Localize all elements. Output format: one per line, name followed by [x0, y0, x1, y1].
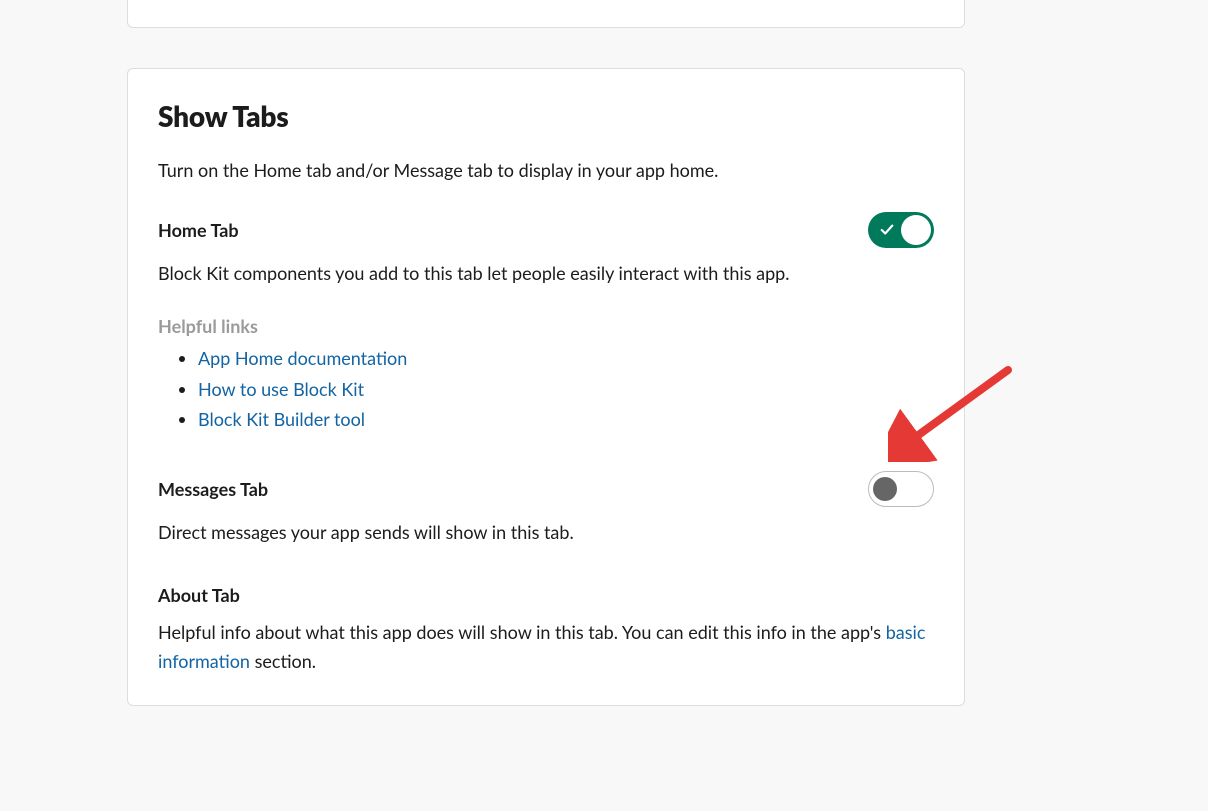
toggle-knob [873, 477, 897, 501]
card-title: Show Tabs [158, 99, 934, 133]
check-icon [880, 223, 894, 237]
about-desc-before: Helpful info about what this app does wi… [158, 621, 886, 643]
messages-tab-title: Messages Tab [158, 478, 268, 500]
list-item: App Home documentation [198, 343, 934, 374]
about-tab-title: About Tab [158, 584, 934, 606]
messages-tab-toggle[interactable] [868, 471, 934, 507]
home-tab-toggle[interactable] [868, 212, 934, 248]
home-tab-header: Home Tab [158, 212, 934, 248]
link-block-kit-builder[interactable]: Block Kit Builder tool [198, 408, 365, 430]
list-item: How to use Block Kit [198, 374, 934, 405]
about-desc-after: section. [250, 650, 316, 672]
helpful-links-heading: Helpful links [158, 315, 934, 337]
about-tab-section: About Tab Helpful info about what this a… [158, 584, 934, 677]
messages-tab-desc: Direct messages your app sends will show… [158, 519, 934, 546]
helpful-links-list: App Home documentation How to use Block … [158, 343, 934, 435]
messages-tab-header: Messages Tab [158, 471, 934, 507]
previous-card-peek [127, 0, 965, 28]
home-tab-section: Home Tab Block Kit components you add to… [158, 212, 934, 435]
messages-tab-section: Messages Tab Direct messages your app se… [158, 471, 934, 546]
show-tabs-card: Show Tabs Turn on the Home tab and/or Me… [127, 68, 965, 706]
toggle-knob [901, 215, 931, 245]
home-tab-title: Home Tab [158, 219, 239, 241]
about-tab-desc: Helpful info about what this app does wi… [158, 618, 934, 677]
link-block-kit-howto[interactable]: How to use Block Kit [198, 378, 364, 400]
home-tab-desc: Block Kit components you add to this tab… [158, 260, 934, 287]
card-intro: Turn on the Home tab and/or Message tab … [158, 157, 934, 184]
link-app-home-docs[interactable]: App Home documentation [198, 347, 407, 369]
list-item: Block Kit Builder tool [198, 404, 934, 435]
